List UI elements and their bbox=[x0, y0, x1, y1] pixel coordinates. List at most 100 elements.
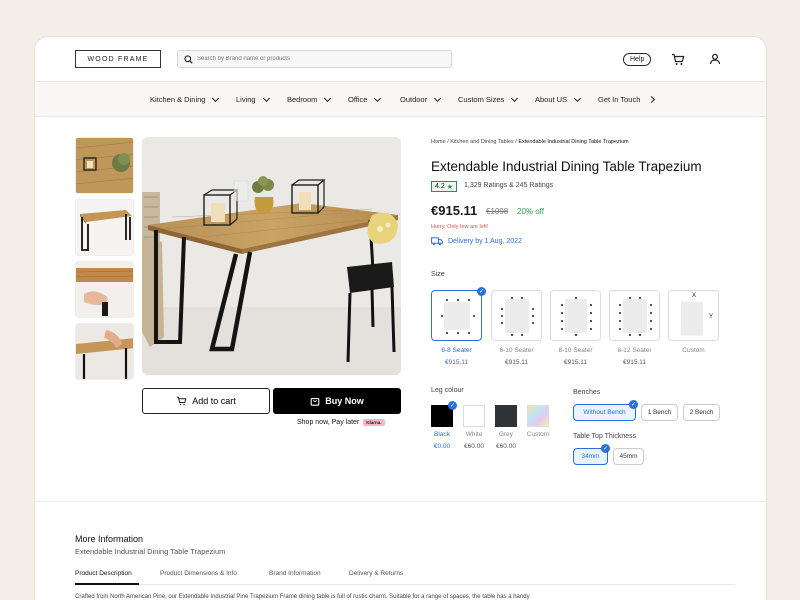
seat-dot bbox=[561, 312, 563, 314]
benches-label: Benches bbox=[573, 389, 601, 396]
page-card: WOOD FRAME Help Kitchen & Dining Living … bbox=[34, 36, 767, 600]
tab-delivery-returns[interactable]: Delivery & Returns bbox=[349, 570, 403, 577]
chevron-down-icon bbox=[434, 94, 442, 102]
tab-brand-information[interactable]: Brand Information bbox=[269, 570, 321, 577]
thickness-option-34mm[interactable]: 34mm ✓ bbox=[573, 444, 610, 465]
nav-item-get-in-touch[interactable]: Get In Touch bbox=[598, 95, 656, 104]
search-input[interactable] bbox=[197, 56, 437, 62]
swatch-black[interactable]: ✓ bbox=[431, 401, 457, 427]
check-icon: ✓ bbox=[477, 287, 486, 296]
search-bar[interactable] bbox=[177, 50, 452, 68]
seat-dot bbox=[532, 322, 534, 324]
stock-note: Hurry, Only few are left! bbox=[431, 224, 489, 230]
thickness-option-45mm[interactable]: 45mm bbox=[613, 448, 644, 465]
thumbnail-1[interactable] bbox=[75, 137, 134, 194]
seat-dot bbox=[650, 320, 652, 322]
seat-dot bbox=[619, 304, 621, 306]
swatch-white[interactable] bbox=[463, 405, 485, 427]
table-shape-icon bbox=[504, 298, 529, 333]
seat-dot bbox=[501, 322, 503, 324]
bench-option-2[interactable]: 2 Bench bbox=[683, 404, 720, 421]
table-shape-icon bbox=[564, 298, 587, 333]
size-option-label: Custom bbox=[682, 347, 705, 354]
rating-value: 4.2 bbox=[435, 183, 445, 190]
header: WOOD FRAME Help bbox=[35, 37, 766, 81]
nav-item-kitchen-dining[interactable]: Kitchen & Dining bbox=[150, 94, 220, 104]
buy-now-button[interactable]: Buy Now bbox=[273, 388, 401, 414]
seat-dot bbox=[639, 334, 641, 336]
nav-label: About US bbox=[535, 95, 568, 104]
nav-label: Custom Sizes bbox=[458, 95, 505, 104]
chevron-down-icon bbox=[212, 94, 220, 102]
seat-dot bbox=[650, 304, 652, 306]
swatch-grey[interactable] bbox=[495, 405, 517, 427]
nav-label: Bedroom bbox=[287, 95, 318, 104]
swatch-label: Black bbox=[434, 431, 450, 438]
seat-dot bbox=[441, 315, 443, 317]
size-option-custom[interactable]: X Y bbox=[668, 290, 719, 341]
chevron-down-icon bbox=[511, 94, 519, 102]
tab-product-dimensions[interactable]: Product Dimensions & Info bbox=[160, 570, 237, 577]
nav-label: Kitchen & Dining bbox=[150, 95, 206, 104]
seat-dot bbox=[511, 297, 513, 299]
seat-dot bbox=[468, 299, 470, 301]
thickness-label: Table Top Thickness bbox=[573, 433, 637, 440]
user-icon[interactable] bbox=[707, 51, 723, 67]
nav-item-outdoor[interactable]: Outdoor bbox=[400, 94, 442, 104]
brand-logo[interactable]: WOOD FRAME bbox=[75, 50, 161, 68]
nav-item-custom-sizes[interactable]: Custom Sizes bbox=[458, 94, 519, 104]
more-info-subtitle: Extendable Industrial Dining Table Trape… bbox=[75, 547, 226, 556]
size-option-label: 8-10 Seater bbox=[558, 347, 593, 354]
delivery-info: Delivery by 1 Aug, 2022 bbox=[431, 237, 522, 246]
bench-option-label: 2 Bench bbox=[689, 409, 714, 416]
shopping-bag-icon bbox=[310, 398, 320, 406]
product-description: Crafted from North American Pine, our Ex… bbox=[75, 594, 530, 600]
nav-item-office[interactable]: Office bbox=[348, 94, 382, 104]
product-main-image[interactable] bbox=[142, 137, 401, 375]
swatch-price: €0.00 bbox=[433, 443, 451, 450]
check-icon: ✓ bbox=[629, 400, 638, 409]
tabs-divider bbox=[75, 584, 735, 585]
seat-dot bbox=[457, 332, 459, 334]
size-option-6-8[interactable]: ✓ bbox=[431, 287, 486, 341]
cart-icon[interactable] bbox=[670, 51, 686, 67]
size-option-8-10[interactable] bbox=[550, 290, 601, 341]
add-to-cart-label: Add to cart bbox=[192, 396, 236, 406]
ratings-count[interactable]: 1,329 Ratings & 245 Ratings bbox=[464, 182, 553, 189]
klarna-logo[interactable]: Klarna. bbox=[363, 419, 385, 426]
thumbnail-4[interactable] bbox=[75, 323, 134, 380]
breadcrumb-home[interactable]: Home bbox=[431, 139, 446, 145]
breadcrumb-current: Extendable Industrial Dining Table Trape… bbox=[518, 139, 629, 145]
swatch-custom[interactable] bbox=[527, 405, 549, 427]
nav-item-bedroom[interactable]: Bedroom bbox=[287, 94, 332, 104]
more-info-title: More Information bbox=[75, 534, 144, 544]
seat-dot bbox=[619, 312, 621, 314]
size-option-6-10[interactable] bbox=[491, 290, 542, 341]
add-to-cart-button[interactable]: Add to cart bbox=[142, 388, 270, 414]
size-option-label: 6-8 Seater bbox=[441, 347, 472, 354]
chevron-down-icon bbox=[574, 94, 582, 102]
seat-dot bbox=[590, 320, 592, 322]
nav-item-about-us[interactable]: About US bbox=[535, 94, 582, 104]
seat-dot bbox=[619, 320, 621, 322]
nav-item-living[interactable]: Living bbox=[236, 94, 270, 104]
help-button[interactable]: Help bbox=[623, 53, 652, 66]
cart-icon bbox=[177, 396, 187, 406]
thumbnail-3[interactable] bbox=[75, 261, 134, 318]
bench-option-label: 1 Bench bbox=[647, 409, 672, 416]
nav-label: Outdoor bbox=[400, 95, 428, 104]
seat-dot bbox=[650, 312, 652, 314]
thumbnail-2[interactable] bbox=[75, 199, 134, 256]
active-tab-indicator bbox=[75, 583, 139, 585]
tab-product-description[interactable]: Product Description bbox=[75, 570, 132, 577]
bench-option-without[interactable]: Without Bench ✓ bbox=[573, 400, 638, 421]
check-icon: ✓ bbox=[601, 444, 610, 453]
size-option-8-12[interactable] bbox=[609, 290, 660, 341]
table-shape-icon bbox=[622, 298, 647, 333]
bench-option-1[interactable]: 1 Bench bbox=[641, 404, 678, 421]
breadcrumb-category[interactable]: Kitchen and Dining Tables bbox=[450, 139, 514, 145]
swatch-price: €60.00 bbox=[464, 443, 484, 450]
seat-dot bbox=[650, 328, 652, 330]
delivery-text: Delivery by 1 Aug, 2022 bbox=[448, 238, 522, 245]
size-option-price: €915.11 bbox=[444, 359, 468, 366]
